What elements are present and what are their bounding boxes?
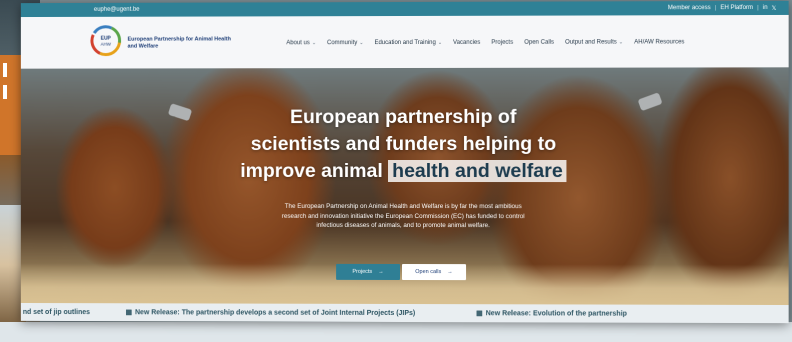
- menu-label: Community: [327, 40, 358, 47]
- headline-line: improve animal health and welfare: [229, 158, 579, 185]
- arrow-right-icon: →: [378, 268, 384, 275]
- ticker-text: nd set of jip outlines: [22, 308, 91, 316]
- ticker-item[interactable]: nd set of jip outlines: [23, 308, 90, 315]
- main-navbar: EUP AHW European Partnership for Animal …: [20, 14, 789, 69]
- partnership-name[interactable]: European Partnership for Animal Health a…: [128, 36, 237, 50]
- contact-email-link[interactable]: euphe@ugent.be: [94, 7, 140, 13]
- ticker-text: New Release: The partnership develops a …: [135, 309, 416, 318]
- website-screenshot: euphe@ugent.be Member access | EH Platfo…: [20, 0, 789, 324]
- chevron-down-icon: ⌄: [311, 40, 317, 47]
- partnership-logo[interactable]: EUP AHW: [90, 25, 122, 57]
- svg-text:AHW: AHW: [101, 42, 112, 47]
- menu-item-about-us[interactable]: About us ⌄: [286, 40, 316, 46]
- menu-label: Vacancies: [453, 39, 481, 46]
- hero-intro-text: The European Partnership on Animal Healt…: [281, 202, 525, 230]
- headline-line: scientists and funders helping to: [250, 132, 557, 156]
- headline-highlight: health and welfare: [388, 159, 567, 183]
- ticker-item[interactable]: ▦ New Release: The partnership develops a…: [126, 308, 416, 317]
- open-calls-button[interactable]: Open calls →: [402, 264, 467, 281]
- background-bottom-strip: [0, 322, 792, 342]
- menu-label: AH/AW Resources: [634, 39, 685, 46]
- menu-label: Projects: [491, 39, 514, 46]
- main-menu: About us ⌄ Community ⌄ Education and Train…: [286, 39, 684, 46]
- newspaper-icon: ▦: [476, 310, 483, 318]
- menu-item-community[interactable]: Community ⌄: [327, 40, 363, 46]
- chevron-down-icon: ⌄: [437, 39, 443, 46]
- utility-links: Member access | EH Platform | in 𝕏: [668, 4, 777, 12]
- menu-label: About us: [286, 40, 310, 47]
- menu-item-resources[interactable]: AH/AW Resources: [634, 39, 684, 45]
- hero-headline: European partnership of scientists and f…: [229, 104, 579, 185]
- chevron-down-icon: ⌄: [618, 39, 624, 46]
- projects-button[interactable]: Projects →: [336, 263, 401, 280]
- menu-item-projects[interactable]: Projects: [491, 40, 513, 46]
- news-ticker: nd set of jip outlines ▦ New Release: The…: [20, 302, 789, 324]
- ticker-text: New Release: Evolution of the partnershi…: [485, 310, 627, 318]
- eh-platform-link[interactable]: EH Platform: [720, 5, 753, 11]
- background-orange-panel: [0, 55, 22, 155]
- menu-item-vacancies[interactable]: Vacancies: [453, 40, 480, 46]
- member-access-link[interactable]: Member access: [668, 5, 711, 11]
- ticker-item[interactable]: ▦ New Release: Evolution of the partnersh…: [476, 309, 627, 317]
- headline-line: European partnership of: [290, 105, 517, 129]
- menu-label: Education and Training: [374, 39, 436, 47]
- twitter-icon[interactable]: 𝕏: [772, 4, 777, 11]
- hero-banner: European partnership of scientists and f…: [20, 67, 789, 306]
- menu-label: Open Calls: [524, 39, 555, 46]
- menu-item-output-results[interactable]: Output and Results ⌄: [565, 39, 623, 45]
- linkedin-icon[interactable]: in: [763, 5, 768, 11]
- headline-text: improve animal: [240, 160, 389, 182]
- menu-item-education[interactable]: Education and Training ⌄: [374, 40, 442, 46]
- separator: |: [714, 5, 717, 12]
- separator: |: [757, 4, 759, 12]
- newspaper-icon: ▦: [125, 309, 133, 317]
- menu-item-open-calls[interactable]: Open Calls: [524, 40, 554, 46]
- chevron-down-icon: ⌄: [359, 40, 364, 47]
- button-label: Projects: [352, 268, 373, 275]
- arrow-right-icon: →: [447, 269, 453, 276]
- button-label: Open calls: [415, 269, 442, 276]
- menu-label: Output and Results: [565, 39, 617, 46]
